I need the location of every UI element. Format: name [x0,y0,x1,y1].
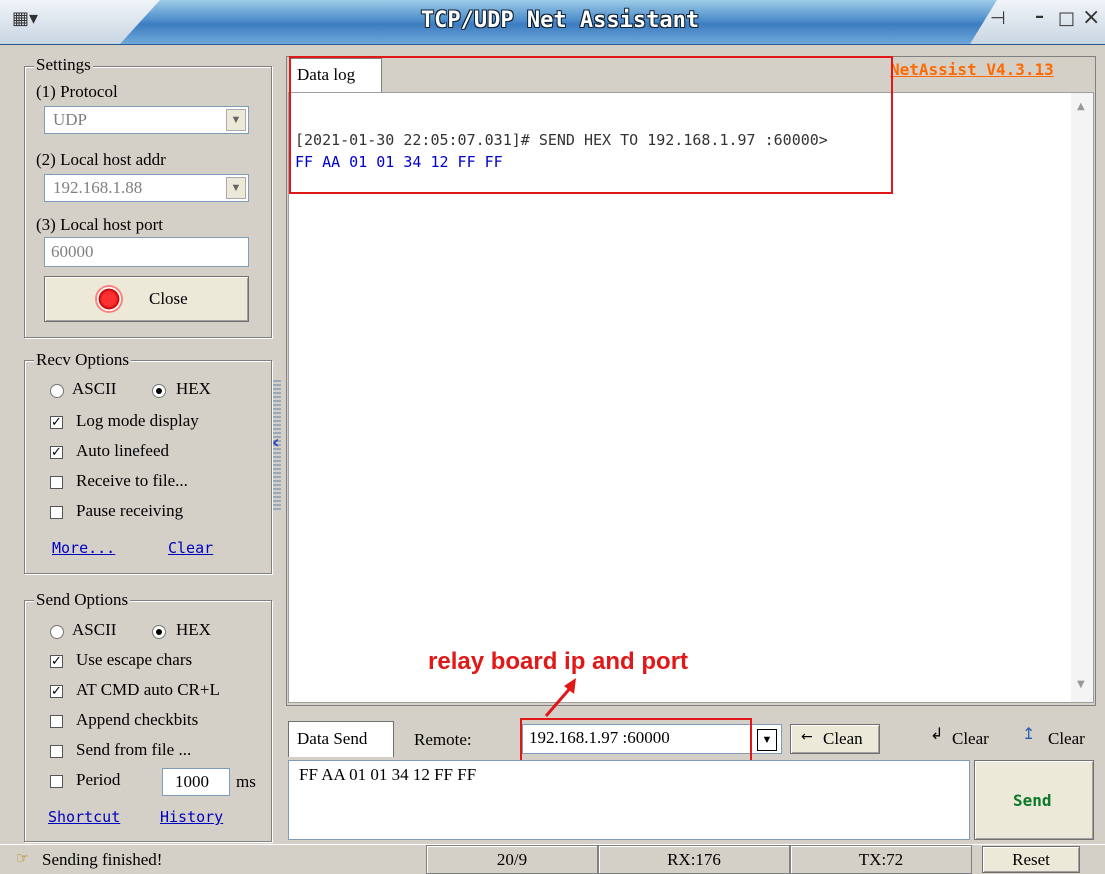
log-mode-checkbox[interactable]: ✓ [50,416,63,429]
version-link[interactable]: NetAssist V4.3.13 [890,60,1054,79]
at-cmd-checkbox[interactable]: ✓ [50,685,63,698]
maximize-button[interactable]: □ [1058,8,1075,29]
send-options-title: Send Options [34,590,131,610]
scroll-up-icon[interactable]: ▲ [1077,101,1085,112]
recv-ascii-label: ASCII [72,379,117,398]
protocol-value: UDP [53,110,88,129]
recv-ascii-radio[interactable] [50,384,64,398]
annotation-text: relay board ip and port [428,648,689,675]
status-rx: RX:176 [598,845,790,874]
clear-button-1[interactable]: Clear [952,729,989,749]
receive-to-file-label: Receive to file... [76,471,188,490]
send-ascii-radio[interactable] [50,625,64,639]
connection-status-icon [97,287,121,311]
send-hex-radio[interactable] [152,625,166,639]
recv-hex-radio[interactable] [152,384,166,398]
period-label: Period [76,770,121,789]
pause-receiving-label: Pause receiving [76,501,184,520]
host-port-input[interactable]: 60000 [44,237,249,267]
pointing-hand-icon: ☞ [16,849,30,867]
escape-chars-label: Use escape chars [76,650,193,669]
recv-clear-link[interactable]: Clear [168,539,213,557]
up-arrow-icon[interactable]: ↥ [1022,724,1035,743]
app-icon[interactable]: ▦▾ [12,8,38,29]
log-scrollbar[interactable]: ▲ ▼ [1071,93,1093,702]
log-highlight-box [289,56,893,194]
title-bar[interactable]: ▦▾ TCP/UDP Net Assistant ⊣ – □ × [0,0,1105,45]
recv-hex-label: HEX [176,379,211,398]
settings-group-title: Settings [34,55,93,75]
collapse-left-icon[interactable]: ‹ [272,432,279,453]
return-arrow-icon[interactable]: ↲ [930,724,943,743]
send-ascii-label: ASCII [72,620,117,639]
send-input-text: FF AA 01 01 34 12 FF FF [299,765,477,784]
host-port-label: (3) Local host port [36,215,163,234]
clean-button[interactable]: ← Clean [790,724,880,754]
clear-button-2[interactable]: Clear [1048,729,1085,749]
annotation-arrow-icon [544,678,576,717]
recv-options-title: Recv Options [34,350,132,370]
history-link[interactable]: History [160,808,223,826]
arrow-left-icon: ← [801,729,813,745]
close-window-button[interactable]: × [1082,5,1100,30]
at-cmd-label: AT CMD auto CR+L [76,680,220,699]
shortcut-link[interactable]: Shortcut [48,808,120,826]
status-bar: ☞ Sending finished! 20/9 RX:176 TX:72 Re… [0,844,1105,874]
chevron-down-icon[interactable]: ▼ [226,109,246,131]
auto-linefeed-checkbox[interactable]: ✓ [50,446,63,459]
escape-chars-checkbox[interactable]: ✓ [50,655,63,668]
append-checkbits-checkbox[interactable] [50,715,63,728]
status-tx: TX:72 [790,845,972,874]
reset-button[interactable]: Reset [982,846,1080,873]
status-counter: 20/9 [426,845,598,874]
remote-highlight-box [520,718,752,762]
remote-label: Remote: [414,730,472,749]
append-checkbits-label: Append checkbits [76,710,199,729]
pin-icon[interactable]: ⊣ [990,8,1006,29]
period-checkbox[interactable] [50,775,63,788]
chevron-down-icon[interactable]: ▼ [226,177,246,199]
clean-button-label: Clean [823,729,863,748]
period-unit: ms [236,772,256,791]
tab-data-send-label: Data Send [297,729,368,748]
host-addr-select[interactable]: 192.168.1.88 ▼ [44,174,249,202]
minimize-button[interactable]: – [1035,6,1044,27]
host-addr-label: (2) Local host addr [36,150,166,169]
window-title: TCP/UDP Net Assistant [420,8,700,33]
send-button[interactable]: Send [974,760,1094,840]
log-mode-label: Log mode display [76,411,199,430]
send-from-file-checkbox[interactable] [50,745,63,758]
close-connection-button[interactable]: Close [44,276,249,322]
pause-receiving-checkbox[interactable] [50,506,63,519]
host-addr-value: 192.168.1.88 [53,178,143,197]
host-port-value: 60000 [51,242,94,261]
protocol-select[interactable]: UDP ▼ [44,106,249,134]
chevron-down-icon[interactable]: ▼ [757,729,777,751]
close-button-label: Close [149,289,188,308]
auto-linefeed-label: Auto linefeed [76,441,169,460]
send-from-file-label: Send from file ... [76,740,192,759]
scroll-down-icon[interactable]: ▼ [1077,679,1085,690]
protocol-label: (1) Protocol [36,82,118,101]
tab-data-send[interactable]: Data Send [288,721,394,757]
receive-to-file-checkbox[interactable] [50,476,63,489]
send-button-label: Send [1013,791,1052,810]
period-input[interactable]: 1000 [162,768,230,796]
recv-more-link[interactable]: More... [52,539,115,557]
send-input[interactable]: FF AA 01 01 34 12 FF FF [288,760,970,840]
status-message: Sending finished! [42,850,163,869]
period-value: 1000 [175,772,209,791]
send-hex-label: HEX [176,620,211,639]
